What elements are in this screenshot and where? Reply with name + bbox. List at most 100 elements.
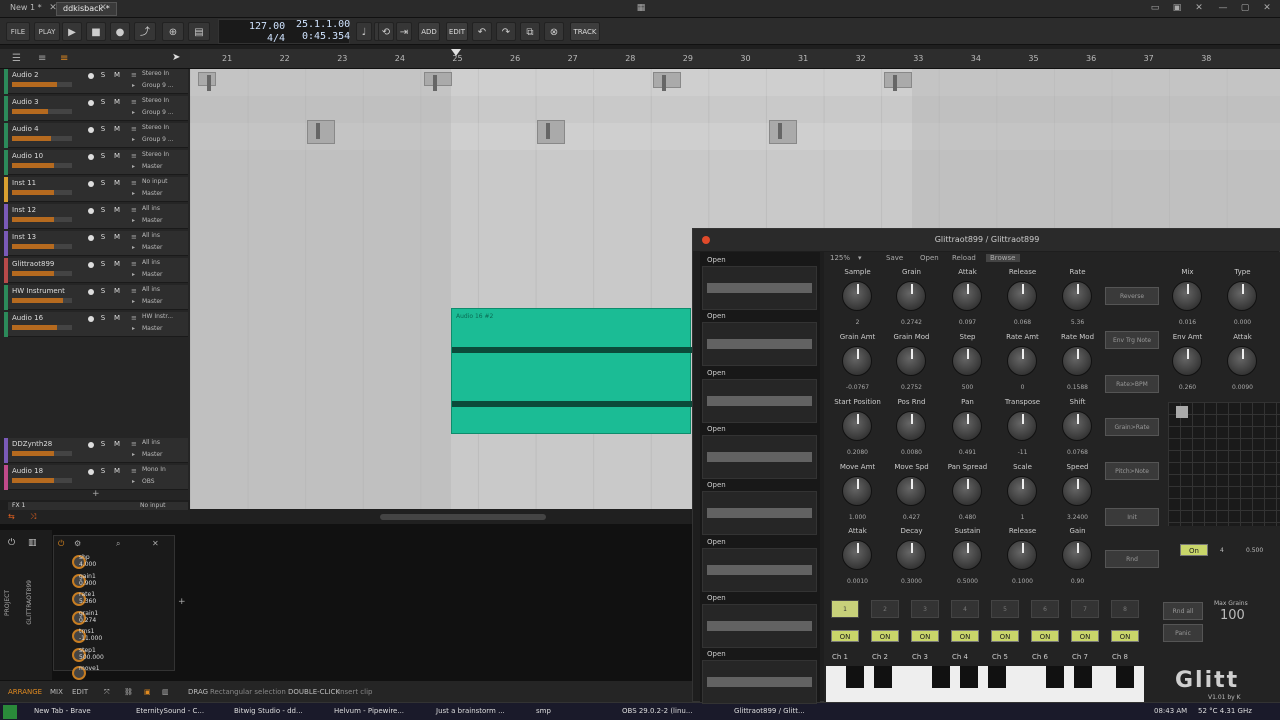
mute-button[interactable]: M: [112, 152, 122, 162]
knob[interactable]: [1062, 540, 1092, 570]
project-label[interactable]: PROJECT: [4, 590, 11, 616]
param-value[interactable]: 0.900: [79, 580, 169, 587]
clip-icon[interactable]: ▣: [144, 688, 151, 696]
add-device-icon[interactable]: +: [178, 597, 186, 607]
route-icon[interactable]: ▸: [132, 109, 135, 116]
channel-on-button[interactable]: ON: [1031, 630, 1059, 642]
volume-meter[interactable]: [12, 163, 72, 168]
knob-value[interactable]: 0.016: [1160, 319, 1215, 326]
route-icon[interactable]: ▸: [132, 190, 135, 197]
menu-icon[interactable]: ≡: [131, 152, 137, 160]
knob-value[interactable]: 0.1000: [995, 578, 1050, 585]
param-value[interactable]: 4.000: [79, 561, 169, 568]
knob-value[interactable]: 0.480: [940, 514, 995, 521]
pad-button[interactable]: 4: [951, 600, 979, 618]
pad-button[interactable]: 5: [991, 600, 1019, 618]
sample-open-button[interactable]: Open: [707, 425, 726, 433]
solo-button[interactable]: S: [98, 152, 108, 162]
knob-value[interactable]: 0.0090: [1215, 384, 1270, 391]
piano-keyboard[interactable]: [826, 666, 1144, 702]
mix-tab[interactable]: MIX: [50, 688, 63, 696]
channel-on-button[interactable]: ON: [871, 630, 899, 642]
seq-rate[interactable]: 0.500: [1246, 547, 1263, 554]
knob[interactable]: [952, 540, 982, 570]
sample-waveform[interactable]: [702, 322, 817, 367]
record-arm-icon[interactable]: [88, 100, 94, 106]
knob-value[interactable]: 0.000: [1215, 319, 1270, 326]
edit-button[interactable]: EDIT: [446, 22, 468, 41]
knob[interactable]: [896, 540, 926, 570]
automation-icon[interactable]: ⤴: [134, 22, 156, 41]
chevron-down-icon[interactable]: ▾: [858, 254, 862, 262]
settings-icon[interactable]: ⚙: [74, 539, 81, 548]
keyboard-icon[interactable]: ▥: [28, 538, 37, 548]
volume-meter[interactable]: [12, 271, 72, 276]
route-icon[interactable]: ▸: [132, 298, 135, 305]
close-icon[interactable]: ✕: [152, 539, 159, 548]
knob[interactable]: [1007, 476, 1037, 506]
knob-value[interactable]: 0.0080: [884, 449, 939, 456]
knob-value[interactable]: 0.2752: [884, 384, 939, 391]
audio-clip-audio16[interactable]: Audio 16 #2: [451, 308, 692, 434]
groove-icon[interactable]: ▤: [188, 22, 210, 41]
solo-button[interactable]: S: [98, 440, 108, 450]
device-power-icon[interactable]: ⏻: [8, 538, 15, 548]
menu-icon[interactable]: ≡: [131, 467, 137, 475]
knob[interactable]: [1227, 346, 1257, 376]
taskbar-item[interactable]: Bitwig Studio - dd...: [234, 707, 303, 715]
track-output[interactable]: Group 9 ...: [142, 136, 174, 143]
device-label[interactable]: GLITTRAOT899: [26, 580, 33, 625]
delete-icon[interactable]: ⊗: [544, 22, 564, 41]
knob-value[interactable]: 0.491: [940, 449, 995, 456]
mute-button[interactable]: M: [112, 314, 122, 324]
list-icon[interactable]: ≡: [38, 53, 46, 64]
plugin-close-icon[interactable]: [702, 236, 710, 244]
volume-meter[interactable]: [12, 190, 72, 195]
sample-waveform[interactable]: [702, 266, 817, 310]
playhead-marker[interactable]: [451, 49, 461, 56]
panic-button[interactable]: Panic: [1163, 624, 1203, 642]
track-input[interactable]: Mono In: [142, 466, 166, 473]
volume-meter[interactable]: [12, 217, 72, 222]
side-button[interactable]: Pitch>Note: [1105, 462, 1159, 480]
add-track-button[interactable]: +: [92, 489, 100, 499]
mute-button[interactable]: M: [112, 206, 122, 216]
position-time[interactable]: 0:45.354: [302, 31, 350, 42]
track-output[interactable]: Master: [142, 271, 163, 278]
knob[interactable]: [952, 476, 982, 506]
taskbar-item[interactable]: Glittraot899 / Glitt...: [734, 707, 805, 715]
channel-on-button[interactable]: ON: [831, 630, 859, 642]
track-row[interactable]: HW Instrument▸SM≡▸All insMaster: [4, 285, 188, 310]
menu-icon[interactable]: ≡: [131, 71, 137, 79]
track-row[interactable]: Glittraot899▸SM≡▸All insMaster: [4, 258, 188, 283]
audio-clip[interactable]: [653, 72, 681, 91]
solo-button[interactable]: S: [98, 206, 108, 216]
pad-button[interactable]: 7: [1071, 600, 1099, 618]
rnd-all-button[interactable]: Rnd all: [1163, 602, 1203, 620]
taskbar-item[interactable]: Just a brainstorm ...: [436, 707, 505, 715]
mute-button[interactable]: M: [112, 179, 122, 189]
track-input[interactable]: All ins: [142, 286, 160, 293]
param-value[interactable]: -11.000: [79, 635, 169, 642]
knob-value[interactable]: -11: [995, 449, 1050, 456]
knob[interactable]: [1227, 281, 1257, 311]
volume-meter[interactable]: [12, 325, 72, 330]
audio-clip[interactable]: [307, 120, 335, 144]
knob-value[interactable]: 0.260: [1160, 384, 1215, 391]
knob[interactable]: [1062, 476, 1092, 506]
taskbar-item[interactable]: Helvum - Pipewire...: [334, 707, 404, 715]
sample-open-button[interactable]: Open: [707, 594, 726, 602]
track-output[interactable]: Group 9 ...: [142, 109, 174, 116]
record-arm-icon[interactable]: [88, 262, 94, 268]
route-icon[interactable]: ▸: [132, 325, 135, 332]
route-icon[interactable]: ▸: [132, 217, 135, 224]
knob[interactable]: [896, 411, 926, 441]
record-arm-icon[interactable]: [88, 235, 94, 241]
route-icon[interactable]: ▸: [132, 136, 135, 143]
volume-meter[interactable]: [12, 109, 72, 114]
record-arm-icon[interactable]: [88, 469, 94, 475]
volume-meter[interactable]: [12, 244, 72, 249]
track-row[interactable]: Audio 4▸SM≡▸Stereo InGroup 9 ...: [4, 123, 188, 148]
knob[interactable]: [1007, 346, 1037, 376]
record-arm-icon[interactable]: [88, 73, 94, 79]
